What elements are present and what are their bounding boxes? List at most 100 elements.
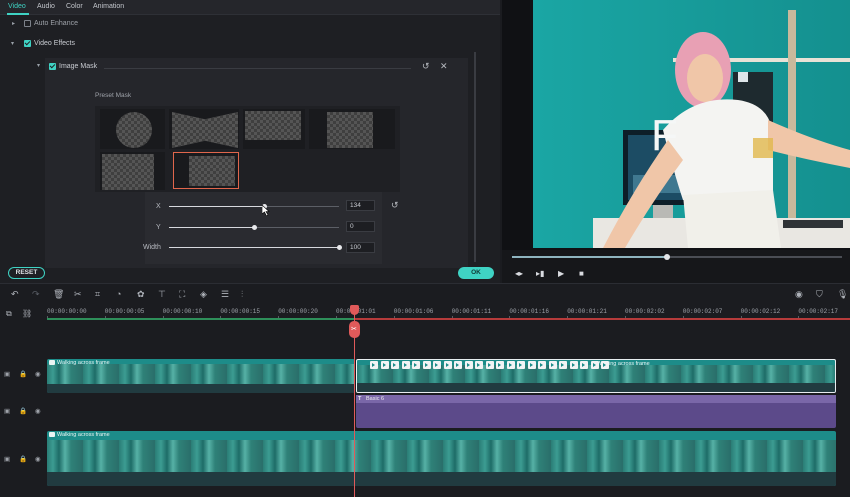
active-tab-indicator [7, 13, 29, 15]
video-clip-selected[interactable]: Walking across frame [356, 359, 836, 393]
keyframe-marker[interactable] [580, 361, 588, 369]
fit-icon[interactable]: ⛶ [179, 289, 185, 299]
keyframe-marker[interactable] [527, 361, 536, 369]
panel-scrollbar[interactable] [474, 52, 476, 262]
speed-icon[interactable]: ◔ [116, 289, 121, 299]
keyframe-marker[interactable] [590, 361, 599, 369]
timecode-label: 00:00:01:16 [509, 308, 549, 315]
reset-effect-icon[interactable]: ↺ [422, 61, 430, 72]
delete-icon[interactable]: 🗑 [53, 289, 64, 299]
clip-type-icon [49, 360, 55, 365]
keyframe-marker[interactable] [464, 361, 473, 369]
preset-mask-grid [95, 106, 400, 192]
keyframe-marker[interactable] [569, 361, 578, 369]
tab-audio[interactable]: Audio [37, 3, 55, 10]
eye-icon[interactable]: ◉ [35, 370, 41, 378]
timecode-label: 00:00:02:02 [625, 308, 665, 315]
eye-icon[interactable]: ◉ [35, 407, 41, 415]
redo-icon[interactable]: ↷ [32, 289, 40, 299]
link-icon[interactable]: ⛓ [22, 309, 32, 318]
y-slider-handle[interactable] [251, 225, 257, 230]
keyframe-marker[interactable] [370, 361, 378, 369]
mask-preset-rounded[interactable] [100, 152, 165, 190]
keyframe-marker[interactable] [401, 361, 410, 369]
playhead-handle[interactable] [350, 305, 359, 315]
width-value-input[interactable]: 100 [346, 242, 375, 253]
chevron-down-icon[interactable]: ▾ [11, 40, 14, 47]
image-mask-checkbox[interactable] [49, 63, 56, 70]
keyframe-marker[interactable] [506, 361, 515, 369]
ok-button[interactable]: OK [458, 267, 494, 279]
keyframe-marker[interactable] [517, 361, 525, 369]
keyframe-marker[interactable] [412, 361, 420, 369]
tab-animation[interactable]: Animation [93, 3, 124, 10]
shield-icon[interactable]: ⛉ [816, 289, 823, 299]
freeze-icon[interactable]: ⊤ [158, 289, 166, 299]
timecode-label: 00:00:02:17 [798, 308, 838, 315]
lock-icon[interactable]: 🔒 [19, 370, 27, 378]
keyframe-marker[interactable] [559, 361, 567, 369]
mask-preset-selected[interactable] [173, 152, 239, 189]
keyframe-marker[interactable] [601, 361, 609, 369]
eye-icon[interactable]: ◉ [35, 455, 41, 463]
microphone-icon[interactable]: 🎙 [837, 289, 848, 299]
adjust-icon[interactable]: ☰ [221, 289, 229, 299]
keyframe-marker[interactable] [380, 361, 389, 369]
keyframe-marker[interactable] [391, 361, 399, 369]
keyframe-marker[interactable] [433, 361, 441, 369]
keyframe-marker[interactable] [422, 361, 431, 369]
mask-preset-bow[interactable] [169, 109, 239, 149]
close-icon[interactable]: ✕ [440, 61, 448, 72]
y-value-input[interactable]: 0 [346, 221, 375, 232]
play-icon[interactable]: ▶ [558, 270, 564, 278]
width-slider-handle[interactable] [336, 245, 342, 250]
keyframe-marker[interactable] [475, 361, 483, 369]
color-icon[interactable]: ✿ [137, 289, 145, 299]
stop-icon[interactable]: ■ [579, 270, 584, 278]
track-type-icon: ▣ [4, 456, 11, 463]
y-slider-label: Y [156, 224, 161, 231]
mask-preset-wide-rect[interactable] [243, 109, 305, 149]
split-marker[interactable]: ✂ [349, 321, 360, 338]
reset-x-icon[interactable]: ↺ [391, 200, 399, 211]
video-effects-label: Video Effects [34, 40, 75, 47]
clip-label: Walking across frame [57, 432, 110, 438]
undo-icon[interactable]: ↶ [11, 289, 19, 299]
auto-enhance-checkbox[interactable] [24, 20, 31, 27]
render-icon[interactable]: ◉ [795, 289, 803, 299]
previous-frame-icon[interactable]: ◂▸ [515, 270, 523, 278]
add-track-icon[interactable]: ⧉ [6, 309, 12, 319]
unrendered-range [355, 318, 850, 320]
mask-preset-square[interactable] [309, 109, 395, 149]
tab-color[interactable]: Color [66, 3, 83, 10]
tab-video[interactable]: Video [8, 3, 26, 10]
cut-icon[interactable]: ✂ [74, 289, 82, 299]
divider [104, 68, 411, 69]
track-type-icon: ▣ [4, 371, 11, 378]
cursor-icon [262, 205, 270, 216]
video-clip[interactable]: Walking across frame [47, 359, 355, 393]
crop-icon[interactable]: ⌗ [95, 289, 100, 299]
keyframe-marker[interactable] [485, 361, 494, 369]
x-value-input[interactable]: 134 [346, 200, 375, 211]
lock-icon[interactable]: 🔒 [19, 455, 27, 463]
keyframe-marker[interactable] [443, 361, 452, 369]
chevron-down-icon[interactable]: ▾ [37, 62, 40, 69]
y-slider-fill [169, 227, 254, 228]
mask-preset-circle[interactable] [100, 109, 165, 149]
audio-wave-icon[interactable]: ⫶ [241, 289, 243, 299]
keyframe-marker[interactable] [496, 361, 504, 369]
keyframe-marker[interactable] [454, 361, 462, 369]
keyframe-icon[interactable]: ◈ [200, 289, 207, 299]
title-clip[interactable]: T Basic 6 [356, 395, 836, 428]
timecode-label: 00:00:00:00 [47, 308, 87, 315]
chevron-right-icon[interactable]: ▸ [12, 20, 15, 27]
keyframe-marker[interactable] [548, 361, 557, 369]
reset-button[interactable]: RESET [8, 267, 45, 279]
play-frame-icon[interactable]: ▸▮ [536, 270, 544, 278]
timecode-label: 00:00:00:05 [104, 308, 145, 315]
video-clip[interactable]: Walking across frame [47, 431, 836, 486]
keyframe-marker[interactable] [538, 361, 546, 369]
video-effects-checkbox[interactable] [24, 40, 31, 47]
lock-icon[interactable]: 🔒 [19, 407, 27, 415]
